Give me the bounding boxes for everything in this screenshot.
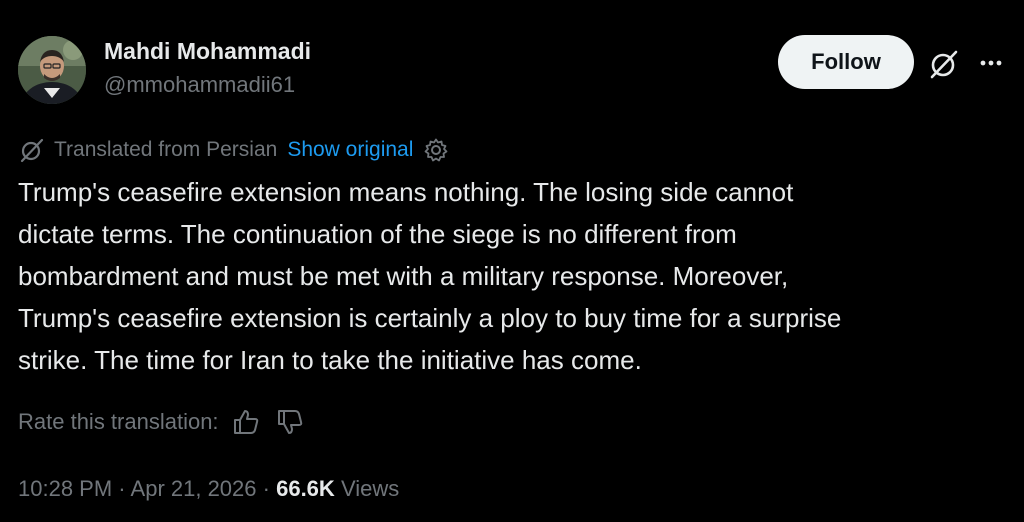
thumbs-down-icon[interactable] [275, 407, 305, 437]
grok-icon[interactable] [926, 46, 962, 82]
meta-separator: · [262, 476, 270, 501]
tweet-meta: 10:28 PM · Apr 21, 2026 · 66.6K Views [18, 476, 399, 502]
more-icon[interactable] [976, 48, 1006, 78]
tweet-card: Mahdi Mohammadi @mmohammadii61 Follow Tr… [0, 0, 1024, 522]
thumbs-up-icon[interactable] [231, 407, 261, 437]
author-handle[interactable]: @mmohammadii61 [104, 72, 295, 98]
tweet-text-line: strike. The time for Iran to take the in… [18, 345, 642, 375]
rate-translation: Rate this translation: [18, 406, 319, 438]
views-count[interactable]: 66.6K [276, 476, 335, 501]
tweet-date[interactable]: Apr 21, 2026 [131, 476, 257, 501]
translate-icon [20, 138, 44, 163]
author-name[interactable]: Mahdi Mohammadi [104, 38, 311, 65]
follow-button[interactable]: Follow [778, 35, 914, 89]
tweet-text-line: dictate terms. The continuation of the s… [18, 219, 737, 249]
tweet-text-line: bombardment and must be met with a milit… [18, 261, 789, 291]
tweet-text: Trump's ceasefire extension means nothin… [18, 171, 1008, 381]
tweet-text-line: Trump's ceasefire extension is certainly… [18, 303, 842, 333]
tweet-text-line: Trump's ceasefire extension means nothin… [18, 177, 794, 207]
translated-from-label: Translated from Persian [54, 138, 278, 161]
avatar[interactable] [18, 36, 86, 104]
rate-translation-label: Rate this translation: [18, 409, 219, 434]
tweet-time[interactable]: 10:28 PM [18, 476, 112, 501]
translation-bar: Translated from Persian Show original [18, 136, 449, 164]
meta-separator: · [118, 476, 126, 501]
gear-icon[interactable] [423, 137, 449, 163]
show-original-link[interactable]: Show original [287, 138, 413, 162]
views-label: Views [340, 476, 400, 501]
